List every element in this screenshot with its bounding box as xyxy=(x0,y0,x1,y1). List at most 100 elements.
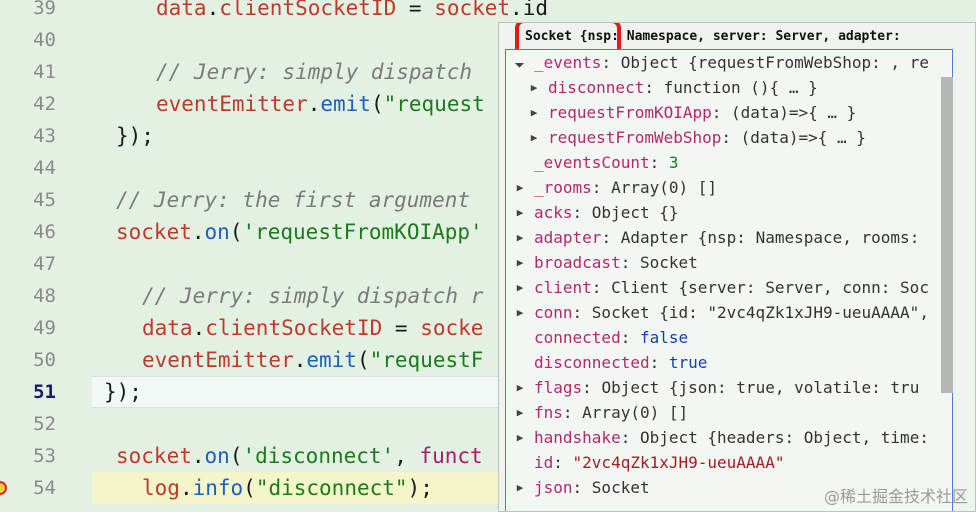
property-value: (data)=>{ … } xyxy=(740,128,866,147)
expand-arrow-icon[interactable]: ▶ xyxy=(512,250,528,275)
line-number[interactable]: 47 xyxy=(0,248,56,280)
token: clientSocketID xyxy=(205,316,383,340)
property-value: Client {server: Server, conn: Soc xyxy=(611,278,929,297)
tree-row-requestfromkoiapp[interactable]: ▶ requestFromKOIApp: (data)=>{ … } xyxy=(526,100,857,125)
tree-row-broadcast[interactable]: ▶ broadcast: Socket xyxy=(512,250,698,275)
token: . xyxy=(192,316,206,340)
line-number[interactable]: 48 xyxy=(0,280,56,312)
property-value: "2vc4qZk1xJH9-ueuAAAA" xyxy=(572,453,785,472)
expand-arrow-icon[interactable]: ▶ xyxy=(526,125,542,150)
token: = xyxy=(396,0,435,20)
token: , xyxy=(394,444,420,468)
tree-row-fns[interactable]: ▶ fns: Array(0) [] xyxy=(512,400,688,425)
tree-row-connected[interactable]: connected: false xyxy=(512,325,688,350)
token: "disconnect" xyxy=(255,476,408,500)
token: ); xyxy=(407,476,433,500)
token: ( xyxy=(243,476,256,500)
token: socket xyxy=(116,220,192,244)
property-value: Socket xyxy=(591,478,650,497)
expand-arrow-icon[interactable]: ▶ xyxy=(512,300,528,325)
property-value: function (){ … } xyxy=(663,78,818,97)
property-separator: : xyxy=(721,128,741,147)
expand-arrow-icon[interactable]: ▶ xyxy=(526,100,542,125)
tree-row-conn[interactable]: ▶ conn: Socket {id: "2vc4qZk1xJH9-ueuAAAA… xyxy=(512,300,929,325)
tree-row-flags[interactable]: ▶ flags: Object {json: true, volatile: tr… xyxy=(512,375,920,400)
expand-arrow-icon[interactable]: ▶ xyxy=(512,175,528,200)
property-separator: : xyxy=(553,453,573,472)
property-value: Array(0) [] xyxy=(582,403,689,422)
token: 'requestFromKOIApp' xyxy=(242,220,483,244)
tree-row-json[interactable]: ▶ json: Socket xyxy=(512,475,650,500)
property-key: conn xyxy=(534,303,573,322)
tree-row-events[interactable]: ◢ _events: Object {requestFromWebShop: , … xyxy=(512,50,929,75)
tree-row-client[interactable]: ▶ client: Client {server: Server, conn: S… xyxy=(512,275,929,300)
property-separator: : xyxy=(649,153,669,172)
line-number[interactable]: 54 xyxy=(0,472,56,504)
token: data xyxy=(156,0,207,20)
token: log xyxy=(142,476,180,500)
line-number[interactable]: 52 xyxy=(0,408,56,440)
property-separator: : xyxy=(572,303,592,322)
property-value: 3 xyxy=(668,153,679,172)
property-value: Socket {id: "2vc4qZk1xJH9-ueuAAAA", xyxy=(591,303,929,322)
tree-row-handshake[interactable]: ▶ handshake: Object {headers: Object, tim… xyxy=(512,425,929,450)
token: . xyxy=(179,476,193,500)
line-number[interactable]: 43 xyxy=(0,120,56,152)
expand-arrow-icon[interactable]: ▶ xyxy=(512,225,528,250)
line-number[interactable]: 46 xyxy=(0,216,56,248)
tree-row-rooms[interactable]: ▶ _rooms: Array(0) [] xyxy=(512,175,717,200)
token: . xyxy=(293,348,307,372)
expand-arrow-icon[interactable]: ▶ xyxy=(526,75,542,100)
token: eventEmitter xyxy=(156,92,308,116)
expand-arrow-icon[interactable]: ▶ xyxy=(512,200,528,225)
property-separator: : xyxy=(620,428,640,447)
tree-row-id[interactable]: id: "2vc4qZk1xJH9-ueuAAAA" xyxy=(512,450,784,475)
line-number[interactable]: 40 xyxy=(0,24,56,56)
expand-arrow-icon[interactable]: ▶ xyxy=(512,275,528,300)
line-number[interactable]: 50 xyxy=(0,344,56,376)
token: socket xyxy=(116,444,192,468)
token: on xyxy=(204,444,230,468)
property-separator: : xyxy=(591,278,612,297)
expand-arrow-icon[interactable]: ▶ xyxy=(512,375,528,400)
comment: // Jerry: simply dispatch r xyxy=(142,284,484,308)
token: emit xyxy=(306,348,357,372)
line-number[interactable]: 44 xyxy=(0,152,56,184)
object-tree[interactable]: ◢ _events: Object {requestFromWebShop: , … xyxy=(505,49,953,511)
tree-row-acks[interactable]: ▶ acks: Object {} xyxy=(512,200,679,225)
tree-row-eventscount[interactable]: _eventsCount: 3 xyxy=(512,150,679,175)
token: = xyxy=(382,316,421,340)
token: .id xyxy=(510,0,548,20)
property-key: handshake xyxy=(534,428,621,447)
token: "request xyxy=(383,92,485,116)
property-key: flags xyxy=(534,378,583,397)
expand-arrow-icon[interactable]: ▶ xyxy=(512,475,528,500)
property-separator: : xyxy=(620,328,640,347)
tree-row-disconnected[interactable]: disconnected: true xyxy=(512,350,707,375)
property-separator: : xyxy=(644,78,664,97)
tooltip-scrollbar[interactable] xyxy=(941,77,953,393)
property-value: Object {requestFromWebShop: , re xyxy=(620,53,929,72)
property-key: requestFromWebShop xyxy=(548,128,722,147)
property-key: _rooms xyxy=(534,178,592,197)
expand-arrow-icon[interactable]: ▶ xyxy=(512,400,528,425)
line-number[interactable]: 53 xyxy=(0,440,56,472)
property-value: Socket xyxy=(639,253,698,272)
tree-row-adapter[interactable]: ▶ adapter: Adapter {nsp: Namespace, rooms… xyxy=(512,225,920,250)
line-number[interactable]: 45 xyxy=(0,184,56,216)
code-line-39[interactable]: data.clientSocketID = socket.id xyxy=(92,0,976,24)
tree-row-requestfromwebshop[interactable]: ▶ requestFromWebShop: (data)=>{ … } xyxy=(526,125,866,150)
token: eventEmitter xyxy=(142,348,294,372)
property-separator: : xyxy=(572,203,592,222)
line-number[interactable]: 49 xyxy=(0,312,56,344)
tree-row-disconnect[interactable]: ▶ disconnect: function (){ … } xyxy=(526,75,818,100)
line-number[interactable]: 42 xyxy=(0,88,56,120)
line-number-active[interactable]: 51 xyxy=(0,376,56,408)
expand-arrow-icon[interactable]: ▶ xyxy=(512,425,528,450)
line-number[interactable]: 39 xyxy=(0,0,56,24)
line-number[interactable]: 41 xyxy=(0,56,56,88)
token: ( xyxy=(229,444,243,468)
property-key: adapter xyxy=(534,228,602,247)
debug-hover-tooltip[interactable]: Socket {nsp: Namespace, server: Server, … xyxy=(498,22,976,512)
token: "requestF xyxy=(369,348,484,372)
